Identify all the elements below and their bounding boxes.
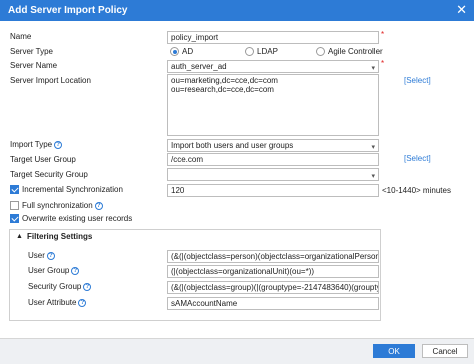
filter-user-group-input[interactable]: (|(objectclass=organizationalUnit)(ou=*)… [167, 265, 379, 278]
filter-security-group-label: Security Group? [28, 282, 92, 291]
filter-user-label: User? [28, 251, 55, 260]
cancel-button[interactable]: Cancel [422, 344, 468, 358]
dialog-title-bar: Add Server Import Policy ✕ [0, 0, 474, 21]
filtering-settings-header[interactable]: Filtering Settings [27, 232, 92, 241]
radio-agile-controller[interactable] [316, 47, 325, 56]
filter-user-attribute-label: User Attribute? [28, 298, 87, 307]
incremental-sync-hint: <10-1440> minutes [382, 186, 451, 195]
help-icon[interactable]: ? [83, 282, 92, 291]
server-name-required-mark: * [381, 59, 385, 68]
help-icon[interactable]: ? [46, 251, 55, 260]
radio-ldap-label: LDAP [257, 47, 278, 56]
help-icon[interactable]: ? [71, 266, 80, 275]
import-type-select[interactable]: Import both users and user groups ▾ [167, 139, 379, 152]
collapse-icon[interactable]: ▲ [16, 233, 23, 240]
filter-user-group-label: User Group? [28, 266, 80, 275]
close-icon[interactable]: ✕ [456, 3, 467, 16]
incremental-sync-label: Incremental Synchronization [22, 185, 123, 194]
import-location-textarea[interactable]: ou=marketing,dc=cce,dc=com ou=research,d… [167, 74, 379, 136]
radio-ldap[interactable] [245, 47, 254, 56]
import-type-label: Import Type? [10, 140, 63, 149]
full-sync-checkbox[interactable] [10, 201, 19, 210]
filter-security-group-input[interactable]: (&(|(objectclass=group)(|(grouptype=-214… [167, 281, 379, 294]
name-label: Name [10, 32, 32, 41]
help-icon[interactable]: ? [54, 140, 63, 149]
chevron-down-icon: ▾ [371, 65, 375, 72]
import-type-value: Import both users and user groups [171, 141, 294, 150]
import-location-line: ou=marketing,dc=cce,dc=com [171, 76, 278, 85]
server-name-select[interactable]: auth_server_ad ▾ [167, 60, 379, 73]
name-input[interactable]: policy_import [167, 31, 379, 44]
import-location-label: Server Import Location [10, 76, 91, 85]
radio-agile-controller-label: Agile Controller [328, 47, 383, 56]
incremental-sync-checkbox[interactable] [10, 185, 19, 194]
filter-user-input[interactable]: (&(|(objectclass=person)(objectclass=org… [167, 250, 379, 263]
target-user-group-input[interactable]: /cce.com [167, 153, 379, 166]
server-type-label: Server Type [10, 47, 53, 56]
radio-ad-label: AD [182, 47, 194, 56]
server-name-value: auth_server_ad [171, 62, 227, 71]
name-required-mark: * [381, 30, 385, 39]
incremental-sync-interval-input[interactable]: 120 [167, 184, 379, 197]
target-user-group-select-link[interactable]: [Select] [404, 154, 431, 163]
full-sync-label: Full synchronization? [22, 201, 103, 210]
import-location-line: ou=research,dc=cce,dc=com [171, 85, 274, 94]
dialog-title: Add Server Import Policy [8, 5, 128, 16]
help-icon[interactable]: ? [78, 298, 87, 307]
dialog-footer: OK Cancel [0, 338, 474, 364]
filter-user-attribute-input[interactable]: sAMAccountName [167, 297, 379, 310]
chevron-down-icon: ▾ [371, 173, 375, 180]
target-security-group-select[interactable]: ▾ [167, 168, 379, 181]
server-name-label: Server Name [10, 61, 58, 70]
chevron-down-icon: ▾ [371, 144, 375, 151]
overwrite-checkbox[interactable] [10, 214, 19, 223]
radio-ad[interactable] [170, 47, 179, 56]
overwrite-label: Overwrite existing user records [22, 214, 133, 223]
target-user-group-label: Target User Group [10, 155, 76, 164]
help-icon[interactable]: ? [94, 201, 103, 210]
target-security-group-label: Target Security Group [10, 170, 88, 179]
import-location-select-link[interactable]: [Select] [404, 76, 431, 85]
ok-button[interactable]: OK [373, 344, 415, 358]
